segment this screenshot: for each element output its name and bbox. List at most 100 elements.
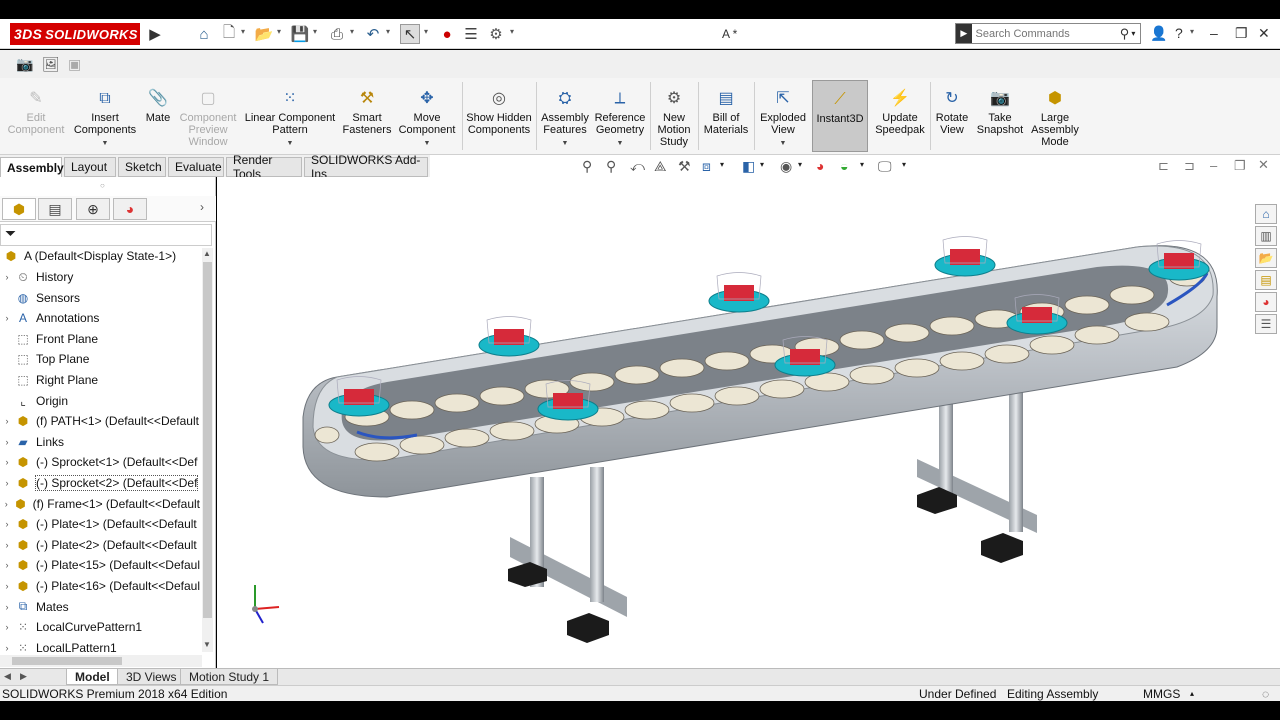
home-icon[interactable]: ⌂	[194, 24, 214, 44]
undo-icon[interactable]: ↶	[363, 24, 383, 44]
insert-components-button[interactable]: ⧉ Insert Components ▼	[70, 80, 140, 152]
tree-item[interactable]: ⌞ Origin	[0, 391, 200, 411]
tree-item[interactable]: › ▰ Links	[0, 432, 200, 452]
tree-item[interactable]: › ⬢ (f) PATH<1> (Default<<Default	[0, 411, 200, 431]
feature-tree-tab-icon[interactable]: ⬢	[2, 198, 36, 220]
expand-arrow-icon[interactable]: ›	[0, 602, 14, 612]
expand-arrow-icon[interactable]: ›	[0, 499, 13, 509]
tab-3d-views[interactable]: 3D Views	[117, 669, 186, 685]
show-hidden-components-button[interactable]: ◎ Show Hidden Components	[464, 80, 534, 152]
panel-grip-icon[interactable]: ○	[100, 181, 105, 190]
tab-layout[interactable]: Layout	[64, 157, 116, 177]
tree-item[interactable]: › ⬢ (-) Plate<16> (Default<<Defaul	[0, 576, 200, 596]
tree-item[interactable]: ⬚ Top Plane	[0, 349, 200, 369]
tile-right-icon[interactable]: ⊐	[1184, 158, 1195, 174]
file-explorer-icon[interactable]: ▤	[1255, 270, 1277, 290]
chevron-down-icon[interactable]: ▾	[798, 160, 802, 169]
chevron-down-icon[interactable]: ▼	[617, 138, 624, 150]
chevron-down-icon[interactable]: ▼	[780, 138, 787, 150]
tree-item[interactable]: ⬚ Front Plane	[0, 329, 200, 349]
rebuild-traffic-light-icon[interactable]: ●	[437, 24, 457, 44]
open-icon[interactable]: 📂	[254, 24, 274, 44]
status-options-icon[interactable]: ◌	[1262, 687, 1269, 701]
tab-solidworks-add-ins[interactable]: SOLIDWORKS Add-Ins	[304, 153, 428, 181]
chevron-down-icon[interactable]: ▾	[720, 160, 724, 169]
chevron-down-icon[interactable]: ▼	[424, 138, 431, 150]
tab-evaluate[interactable]: Evaluate	[168, 157, 224, 177]
tree-item[interactable]: ◍ Sensors	[0, 288, 200, 308]
tree-item[interactable]: › ⬢ (-) Sprocket<1> (Default<<Def	[0, 452, 200, 472]
reference-geometry-button[interactable]: ⟂ Reference Geometry ▼	[592, 80, 648, 152]
zoom-to-area-icon[interactable]: ⚲	[606, 158, 616, 175]
dynamic-annotation-icon[interactable]: ⚒	[678, 158, 691, 175]
display-manager-tab-icon[interactable]: ◕	[113, 198, 147, 220]
tree-horizontal-scrollbar-thumb[interactable]	[12, 657, 122, 665]
bill-of-materials-button[interactable]: ▤ Bill of Materials	[700, 80, 752, 152]
resources-icon[interactable]: ▥	[1255, 226, 1277, 246]
close-icon[interactable]: ✕	[1258, 25, 1270, 42]
apply-scene-icon[interactable]: ◒	[840, 158, 848, 174]
chevron-down-icon[interactable]: ▾	[902, 160, 906, 169]
save-icon[interactable]: 💾	[290, 24, 310, 44]
appearances-icon[interactable]: ◕	[1255, 292, 1277, 312]
chevron-down-icon[interactable]: ▾	[510, 27, 518, 36]
configuration-manager-tab-icon[interactable]: ⊕	[76, 198, 110, 220]
expand-arrow-icon[interactable]: ›	[0, 643, 14, 653]
minimize-icon[interactable]: –	[1210, 25, 1218, 41]
home-icon[interactable]: ⌂	[1255, 204, 1277, 224]
file-properties-icon[interactable]: ☰	[461, 24, 481, 44]
chevron-down-icon[interactable]: ▾	[241, 27, 249, 36]
exploded-view-button[interactable]: ⇱ Exploded View ▼	[756, 80, 810, 152]
expand-menu-icon[interactable]: ▶	[145, 24, 165, 44]
smart-fasteners-button[interactable]: ⚒ Smart Fasteners	[340, 80, 394, 152]
chevron-down-icon[interactable]: ▼	[102, 138, 109, 150]
tree-item[interactable]: › ⏲ History	[0, 267, 200, 287]
expand-arrow-icon[interactable]: ›	[0, 540, 14, 550]
expand-arrow-icon[interactable]: ›	[0, 581, 14, 591]
tile-left-icon[interactable]: ⊏	[1158, 158, 1169, 174]
expand-arrow-icon[interactable]: ›	[0, 437, 14, 447]
scroll-up-icon[interactable]: ▲	[203, 249, 211, 258]
tree-item[interactable]: › ⬢ (f) Frame<1> (Default<<Default	[0, 494, 200, 514]
zoom-to-fit-icon[interactable]: ⚲	[582, 158, 592, 175]
tree-item[interactable]: ⬚ Right Plane	[0, 370, 200, 390]
linear-component-pattern-button[interactable]: ⁙ Linear Component Pattern ▼	[242, 80, 338, 152]
select-cursor-icon[interactable]: ↖	[400, 24, 420, 44]
edit-component-button[interactable]: ✎ Edit Component	[4, 80, 68, 152]
tab-render-tools[interactable]: Render Tools	[226, 153, 302, 181]
expand-arrow-icon[interactable]: ›	[0, 519, 14, 529]
chevron-left-icon[interactable]: ◀	[4, 671, 11, 682]
minimize-icon[interactable]: –	[1210, 158, 1217, 173]
new-document-icon[interactable]: 🗋	[219, 24, 239, 44]
new-motion-study-button[interactable]: ⚙ New Motion Study	[652, 80, 696, 152]
custom-properties-icon[interactable]: ☰	[1255, 314, 1277, 334]
search-input[interactable]	[971, 27, 1118, 40]
conveyor-model[interactable]	[217, 177, 1255, 668]
update-speedpak-button[interactable]: ⚡ Update Speedpak	[872, 80, 928, 152]
chevron-down-icon[interactable]: ▾	[1190, 27, 1198, 36]
property-manager-tab-icon[interactable]: ▤	[38, 198, 72, 220]
snapshot-manage-icon[interactable]: ▣	[68, 56, 81, 73]
unit-system[interactable]: MMGS	[1143, 687, 1180, 701]
move-component-button[interactable]: ✥ Move Component ▼	[396, 80, 458, 152]
chevron-down-icon[interactable]: ▾	[860, 160, 864, 169]
instant3d-button[interactable]: ⟋ Instant3D	[812, 80, 868, 152]
section-view-icon[interactable]: ⟁	[654, 158, 667, 175]
display-style-icon[interactable]: ◧	[742, 158, 755, 175]
tab-motion-study-1[interactable]: Motion Study 1	[180, 669, 279, 685]
tree-item[interactable]: › ⧉ Mates	[0, 597, 200, 617]
camera-icon[interactable]: 📷	[16, 56, 33, 73]
chevron-down-icon[interactable]: ▾	[1131, 29, 1140, 38]
chevron-down-icon[interactable]: ▾	[760, 160, 764, 169]
filter-icon[interactable]: ⏷	[5, 225, 16, 241]
chevron-right-icon[interactable]: ›	[200, 200, 204, 214]
chevron-down-icon[interactable]: ▾	[277, 27, 285, 36]
gear-icon[interactable]: ⚙	[486, 24, 506, 44]
chevron-down-icon[interactable]: ▾	[386, 27, 394, 36]
search-icon[interactable]: ⚲	[1118, 26, 1132, 42]
tree-item[interactable]: › ⬢ (-) Plate<1> (Default<<Default	[0, 514, 200, 534]
expand-arrow-icon[interactable]: ›	[0, 272, 14, 282]
tree-item[interactable]: › A Annotations	[0, 308, 200, 328]
previous-view-icon[interactable]: ⤺	[630, 158, 645, 175]
close-icon[interactable]: ✕	[1258, 157, 1269, 173]
